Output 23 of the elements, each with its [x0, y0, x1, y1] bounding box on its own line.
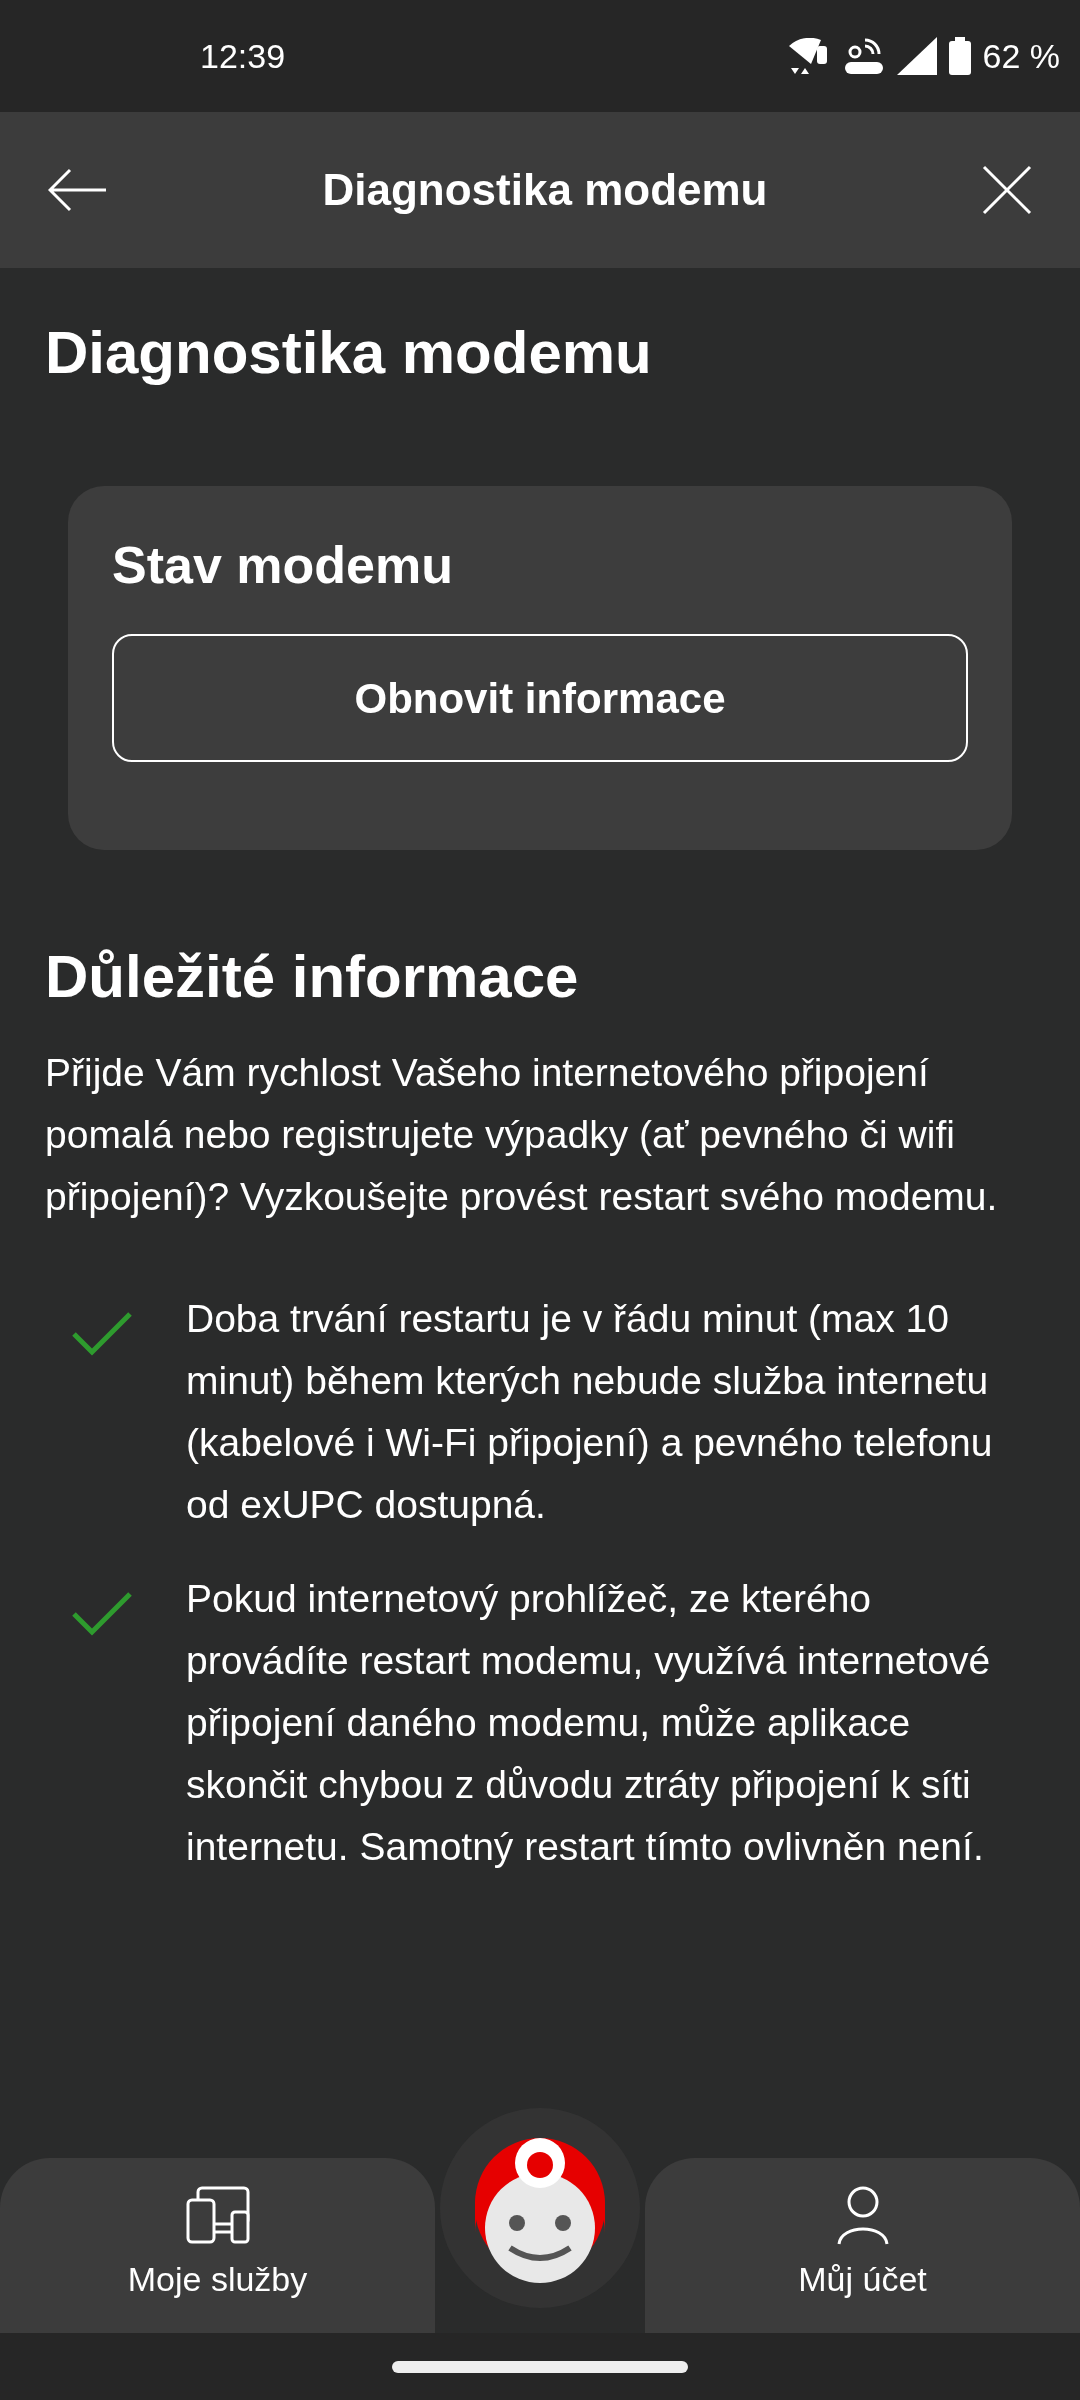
- battery-icon: [948, 37, 971, 75]
- volte-icon: [842, 38, 885, 74]
- close-button[interactable]: [982, 165, 1032, 215]
- back-button[interactable]: [48, 168, 108, 212]
- page-title: Diagnostika modemu: [45, 318, 653, 388]
- person-icon: [836, 2186, 889, 2246]
- bullet-text: Pokud internetový prohlížeč, ze kterého provádíte restart modemu, využívá internetové připojení daného modemu, může aplikace skončit chybou z důvodu ztráty připojení k síti internetu. Samotný restart tímto ovlivněn není.: [186, 1576, 992, 1870]
- signal-icon: [896, 37, 937, 75]
- battery-percent: 62 %: [982, 35, 1060, 77]
- nav-tab[interactable]: Můj účet: [645, 2158, 1080, 2333]
- back-arrow-icon: [48, 168, 108, 212]
- checkmark-icon: [72, 1590, 132, 1636]
- home-indicator[interactable]: [392, 2360, 688, 2373]
- bullet-text: Doba trvání restartu je v řádu minut (max 10 minut) během kterých nebude služba internetu (kabelové i Wi-Fi připojení) a pevného telefonu od exUPC dostupná.: [186, 1296, 994, 1528]
- info-paragraph: Přijde Vám rychlost Vašeho internetového připojení pomalá nebo registrujete výpadky (ať pevného či wifi připojení)? Vyzkoušejte provést restart svého modemu.: [45, 1050, 999, 1220]
- refresh-button[interactable]: Obnovit informace: [112, 634, 968, 762]
- status-time: 12:39: [200, 35, 286, 77]
- checkmark-icon: [72, 1310, 132, 1356]
- nav-tab[interactable]: Moje služby: [0, 2158, 435, 2333]
- section-heading: Důležité informace: [45, 942, 580, 1012]
- close-icon: [982, 165, 1032, 215]
- header-title: Diagnostika modemu: [322, 164, 768, 216]
- card-title: Stav modemu: [112, 535, 454, 596]
